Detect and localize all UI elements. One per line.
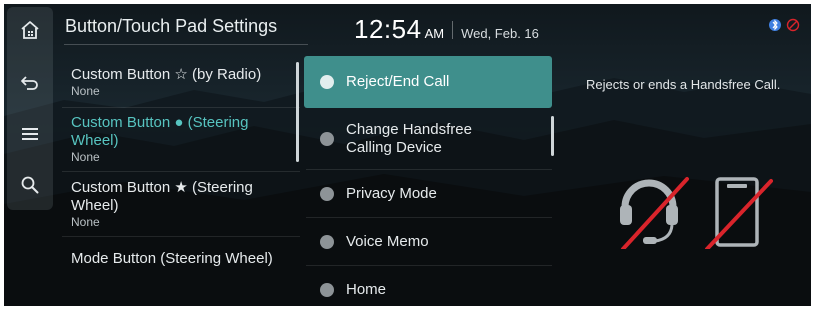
title-divider: [64, 44, 308, 45]
radio-icon: [320, 283, 334, 297]
clock-ampm: AM: [424, 26, 445, 41]
home-icon: [21, 21, 39, 39]
list-item-custom-button-steering-star[interactable]: Custom Button ★ (Steering Wheel) None: [62, 179, 294, 229]
list-item-label: Custom Button ☆ (by Radio): [71, 66, 262, 83]
option-label: Privacy Mode: [346, 185, 437, 202]
menu-button[interactable]: [7, 111, 53, 157]
bluetooth-phone-icon: [769, 19, 781, 31]
infotainment-screen: Button/Touch Pad Settings 12:54 AM Wed, …: [4, 4, 811, 306]
list-item-mode-button[interactable]: Mode Button (Steering Wheel): [62, 250, 294, 268]
option-label: Change Handsfree Calling Device: [346, 121, 472, 156]
clock-divider: [452, 20, 454, 39]
option-voice-memo[interactable]: Voice Memo: [304, 224, 552, 260]
option-reject-end-call[interactable]: Reject/End Call: [304, 56, 552, 108]
option-label: Reject/End Call: [346, 73, 450, 90]
status-icons: [768, 18, 800, 32]
search-icon: [21, 176, 39, 194]
list-divider: [62, 236, 300, 237]
option-change-handsfree-device[interactable]: Change Handsfree Calling Device: [304, 116, 552, 162]
list-item-value: None: [71, 150, 100, 164]
search-button[interactable]: [7, 162, 53, 208]
clock-time: 12:54: [354, 14, 422, 44]
radio-icon: [320, 187, 334, 201]
clock-date: Wed, Feb. 16: [461, 26, 539, 41]
mute-icon: [786, 18, 800, 32]
list-item-label: Custom Button ★ (Steering Wheel): [71, 179, 253, 214]
list-divider: [62, 107, 300, 108]
clock: 12:54 AM Wed, Feb. 16: [354, 14, 539, 45]
option-label: Home: [346, 281, 387, 298]
list-item-label: Custom Button ● (Steering Wheel): [71, 114, 249, 149]
list-item-label: Mode Button (Steering Wheel): [71, 250, 273, 267]
option-privacy-mode[interactable]: Privacy Mode: [304, 176, 552, 212]
option-label: Voice Memo: [346, 233, 429, 250]
option-divider: [306, 217, 552, 218]
page-title: Button/Touch Pad Settings: [65, 16, 278, 36]
left-list-scrollbar[interactable]: [296, 62, 299, 162]
menu-icon: [22, 128, 38, 140]
radio-selected-icon: [320, 75, 334, 89]
option-home[interactable]: Home: [304, 272, 552, 306]
back-button[interactable]: [7, 59, 53, 105]
list-item-value: None: [71, 84, 100, 98]
headset-crossed-icon: [620, 177, 689, 249]
option-divider: [306, 265, 552, 266]
home-button[interactable]: [7, 7, 53, 53]
option-divider: [306, 169, 552, 170]
option-description: Rejects or ends a Handsfree Call.: [586, 77, 781, 92]
options-scrollbar[interactable]: [551, 116, 554, 156]
list-item-custom-button-steering-dot[interactable]: Custom Button ● (Steering Wheel) None: [62, 114, 294, 164]
list-divider: [62, 171, 300, 172]
phone-crossed-icon: [705, 177, 773, 249]
side-rail: [7, 7, 53, 210]
radio-icon: [320, 235, 334, 249]
list-item-custom-button-radio[interactable]: Custom Button ☆ (by Radio) None: [62, 66, 294, 98]
call-rejected-illustration: [620, 177, 773, 249]
back-icon: [21, 76, 38, 90]
list-item-value: None: [71, 215, 100, 229]
radio-icon: [320, 132, 334, 146]
